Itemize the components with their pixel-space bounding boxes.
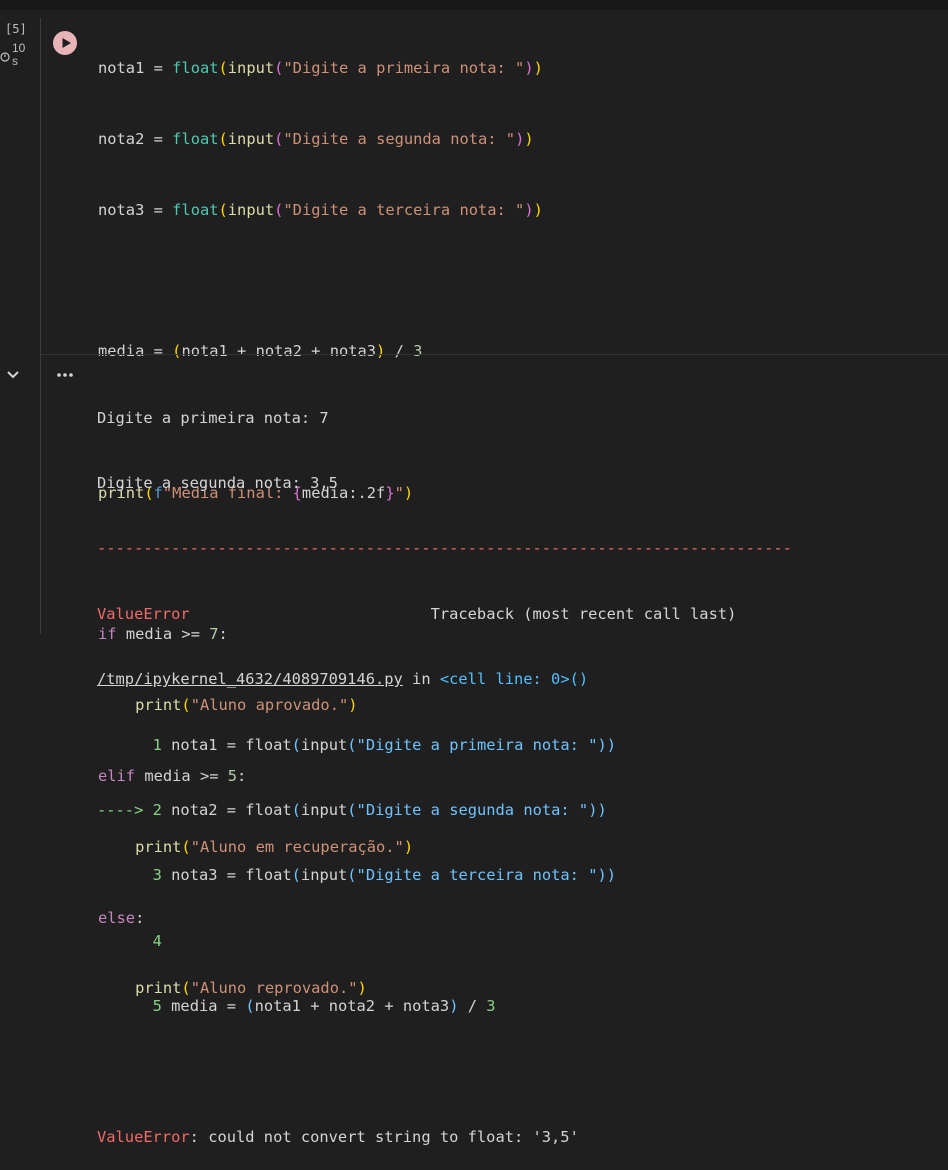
execution-time-value: 10 [12,41,26,55]
run-icon [62,38,71,48]
traceback-label: Traceback (most recent call last) [430,604,737,623]
traceback-location: /tmp/ipykernel_4632/4089709146.py in <ce… [97,670,589,689]
traceback-code-line: 5 media = (nota1 + nota2 + nota3) / 3 [97,997,496,1016]
traceback-code-line-current: ----> 2 nota2 = float(input("Digite a se… [97,800,607,819]
code-line-3: nota3 = float(input("Digite a terceira n… [98,200,543,219]
code-line-media: media = (nota1 + nota2 + nota3) / 3 [98,342,423,361]
gutter-divider [40,18,41,634]
execution-count: [5] [5,22,27,36]
timer-icon [0,52,10,62]
run-cell-button[interactable] [53,31,77,55]
cell-output: Digite a primeira nota: 7 Digite a segun… [97,364,792,1170]
more-horizontal-icon[interactable] [56,367,76,383]
code-line-1: nota1 = float(input("Digite a primeira n… [98,59,543,78]
traceback-divider: ----------------------------------------… [97,539,792,558]
top-bar [0,0,948,10]
traceback-header: ValueError Traceback (most recent call l… [97,604,792,626]
traceback-code-line: 4 [97,931,162,950]
execution-time-unit: s [12,54,18,68]
traceback-code-line: 1 nota1 = float(input("Digite a primeira… [97,735,617,754]
chevron-down-icon[interactable] [5,367,21,383]
error-message: ValueError: could not convert string to … [97,1127,579,1146]
execution-time: 10 s [12,42,32,68]
output-line: Digite a primeira nota: 7 [97,408,329,427]
file-link[interactable]: /tmp/ipykernel_4632/4089709146.py [97,670,403,688]
code-line-2: nota2 = float(input("Digite a segunda no… [98,129,534,148]
output-line: Digite a segunda nota: 3,5 [97,473,338,492]
error-name: ValueError [97,604,190,623]
cell-output-separator [41,354,948,355]
traceback-code-line: 3 nota3 = float(input("Digite a terceira… [97,866,617,885]
